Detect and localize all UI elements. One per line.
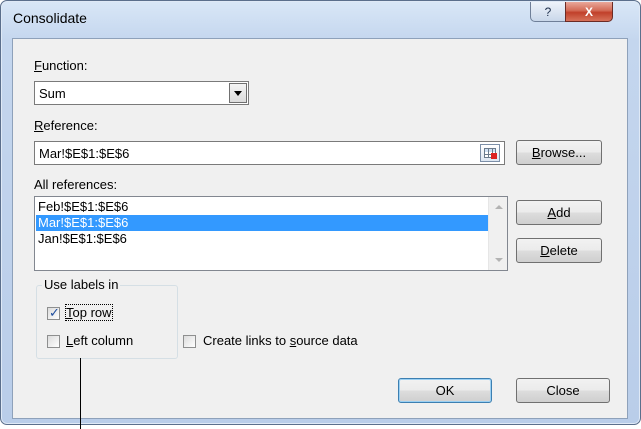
use-labels-title: Use labels in <box>42 277 121 292</box>
help-icon: ? <box>544 4 552 19</box>
all-references-list[interactable]: Feb!$E$1:$E$6 Mar!$E$1:$E$6 Jan!$E$1:$E$… <box>34 196 508 271</box>
dialog-body: Function: Sum Reference: Mar!$E$1:$E$6 B… <box>12 38 628 419</box>
function-value: Sum <box>39 86 66 101</box>
chevron-down-icon[interactable] <box>229 83 247 103</box>
reference-label: Reference: <box>34 118 98 133</box>
create-links-checkbox[interactable] <box>183 335 196 348</box>
dialog-title: Consolidate <box>13 10 87 26</box>
list-item-selected[interactable]: Mar!$E$1:$E$6 <box>36 215 488 231</box>
list-item[interactable]: Jan!$E$1:$E$6 <box>36 231 488 247</box>
close-button[interactable]: Close <box>516 378 610 403</box>
reference-input[interactable]: Mar!$E$1:$E$6 <box>34 141 505 165</box>
range-arrow-icon <box>491 153 497 159</box>
help-button[interactable]: ? <box>530 2 566 22</box>
ok-button[interactable]: OK <box>398 378 492 403</box>
delete-button[interactable]: Delete <box>516 238 602 263</box>
function-label: Function: <box>34 58 88 73</box>
scroll-up-icon[interactable] <box>495 205 503 209</box>
left-column-label[interactable]: Left column <box>66 333 133 348</box>
list-item[interactable]: Feb!$E$1:$E$6 <box>36 199 488 215</box>
consolidate-dialog: Consolidate ? X Function: Sum Reference:… <box>0 0 641 425</box>
all-references-label: All references: <box>34 177 118 192</box>
callout-line <box>80 358 81 429</box>
list-scrollbar[interactable] <box>488 197 507 270</box>
left-column-checkbox[interactable] <box>47 335 60 348</box>
function-dropdown[interactable]: Sum <box>34 81 249 105</box>
collapse-dialog-button[interactable] <box>480 144 500 162</box>
close-window-button[interactable]: X <box>565 2 613 22</box>
create-links-label[interactable]: Create links to source data <box>203 333 358 348</box>
add-button[interactable]: Add <box>516 200 602 225</box>
scroll-down-icon[interactable] <box>495 258 503 262</box>
browse-button[interactable]: Browse... <box>516 140 602 165</box>
top-row-label[interactable]: Top row <box>65 304 113 321</box>
top-row-checkbox[interactable] <box>47 305 60 321</box>
close-icon: X <box>584 4 593 19</box>
reference-value: Mar!$E$1:$E$6 <box>39 146 130 161</box>
title-bar[interactable]: Consolidate ? X <box>1 1 640 33</box>
